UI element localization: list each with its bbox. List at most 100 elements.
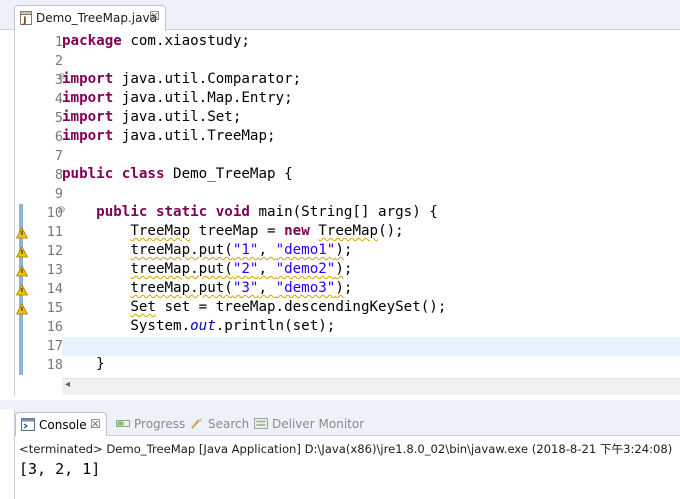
code-line[interactable]: public class Demo_TreeMap { [62,166,680,185]
code-token: } [62,356,105,372]
console-close-icon[interactable]: ☒ [90,417,101,431]
code-token: , [258,242,276,258]
code-line[interactable]: } [62,356,680,375]
code-token: set = treeMap.descendingKeySet(); [155,299,447,315]
code-line[interactable]: System.out.println(set); [62,318,680,337]
code-token: (); [378,223,404,239]
code-token: System. [62,318,191,334]
code-token: public [96,204,148,220]
code-token: .println(set); [215,318,336,334]
console-output: [3, 2, 1] [19,460,101,478]
warning-marker-icon[interactable] [16,303,28,315]
code-token: void [215,204,250,220]
code-line[interactable]: TreeMap treeMap = new TreeMap(); [62,223,680,242]
console-tab-bar: Console ☒ Progress Search Deliver Monito… [15,409,680,436]
code-token: ) [335,280,344,296]
editor-tab-bar: J Demo_TreeMap.java ☒ [0,0,680,31]
code-token: java.util.Set; [113,109,242,125]
warning-marker-icon[interactable] [16,265,28,277]
horizontal-scrollbar[interactable]: ◂ [62,378,680,395]
code-token: ; [343,261,353,277]
line-number: 11 [46,224,63,240]
code-token: ; [343,242,353,258]
code-line[interactable] [62,147,680,166]
code-token: "demo1" [275,242,336,258]
line-number: 16 [46,319,63,335]
code-line[interactable] [62,337,680,356]
console-view: Console ☒ Progress Search Deliver Monito… [14,409,680,499]
code-token: ) [335,261,344,277]
warning-marker-icon[interactable] [16,227,28,239]
code-token: java.util.Map.Entry; [113,90,293,106]
code-line[interactable]: treeMap.put("3", "demo3"); [62,280,680,299]
code-token: package [62,33,122,49]
code-line[interactable]: public static void main(String[] args) { [62,204,680,223]
code-token: treeMap.put( [130,242,233,258]
code-token: import [62,71,114,87]
line-number: 14 [46,281,63,297]
warning-marker-icon[interactable] [16,284,28,296]
tab-close-icon[interactable]: ☒ [149,9,160,23]
code-token: com.xiaostudy; [121,33,250,49]
code-line[interactable]: import java.util.Map.Entry; [62,90,680,109]
code-line[interactable]: import java.util.Comparator; [62,71,680,90]
code-line[interactable]: import java.util.Set; [62,109,680,128]
code-line[interactable]: treeMap.put("2", "demo2"); [62,261,680,280]
tab-deliver-monitor[interactable]: Deliver Monitor [249,412,369,436]
code-token: treeMap.put( [130,280,233,296]
java-editor: J Demo_TreeMap.java ☒ 1 2 3 ⊖ 4 5 6 7 8 9 10 ⊖ 11 12 1… [0,0,680,400]
code-line[interactable]: import java.util.TreeMap; [62,128,680,147]
code-token: "demo3" [275,280,336,296]
code-area[interactable]: package com.xiaostudy; import java.util.C… [62,31,680,375]
code-line[interactable] [62,52,680,71]
code-line[interactable]: package com.xiaostudy; [62,33,680,52]
code-line[interactable] [62,185,680,204]
code-token: out [190,318,216,334]
line-number: 12 [46,243,63,259]
launch-status-text: <terminated> Demo_TreeMap [Java Applicat… [19,442,673,456]
tab-search-label: Search [208,417,250,431]
code-token: public [62,166,114,182]
tab-console[interactable]: Console ☒ [15,412,107,436]
code-token: TreeMap [318,223,379,239]
scroll-left-icon[interactable]: ◂ [65,379,70,390]
code-token: new [284,223,310,239]
panel-separator[interactable] [0,400,680,409]
code-line[interactable]: Set set = treeMap.descendingKeySet(); [62,299,680,318]
warning-marker-icon[interactable] [16,246,28,258]
deliver-monitor-icon [254,418,268,429]
code-token: static [155,204,208,220]
code-token: java.util.Comparator; [113,71,302,87]
code-token: Demo_TreeMap { [164,166,293,182]
code-token: main(String[] args) { [249,204,438,220]
line-number: 18 [46,357,63,373]
svg-text:J: J [22,16,26,25]
line-number: 13 [46,262,63,278]
search-icon [191,418,202,429]
editor-tab-demo-treemap[interactable]: J Demo_TreeMap.java ☒ [14,5,166,31]
code-token: ) [335,242,344,258]
code-line[interactable]: treeMap.put("1", "demo1"); [62,242,680,261]
tab-search[interactable]: Search [185,412,255,436]
code-token: treeMap = [190,223,285,239]
code-token: "2" [232,261,259,277]
java-file-icon: J [20,11,32,25]
overview-ruler [15,31,29,375]
tab-console-label: Console [39,418,87,432]
code-token: ; [343,280,353,296]
tab-progress[interactable]: Progress [111,412,189,436]
line-number: 15 [46,300,63,316]
editor-tab-title: Demo_TreeMap.java [36,11,157,25]
tab-progress-label: Progress [134,417,186,431]
tab-deliver-monitor-label: Deliver Monitor [272,417,365,431]
code-token: class [121,166,165,182]
code-token: , [258,261,276,277]
